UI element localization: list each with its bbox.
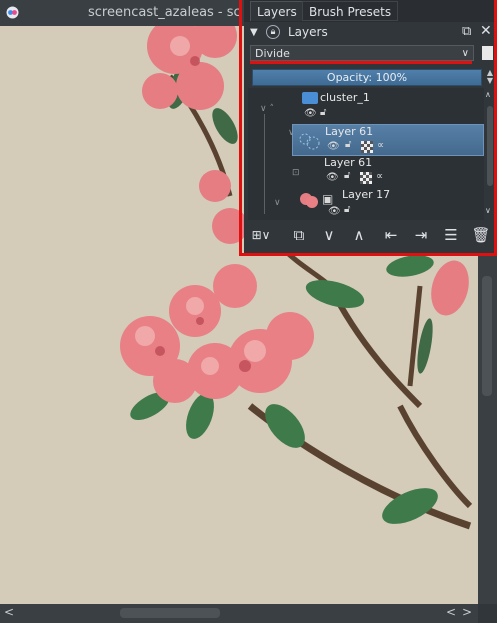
- tab-layers[interactable]: Layers: [250, 1, 304, 21]
- chevron-down-icon: ∨: [461, 48, 469, 59]
- horizontal-scroll-handle[interactable]: [120, 608, 220, 618]
- docker-title: Layers: [288, 25, 328, 39]
- inherit-alpha-icon[interactable]: ∝: [377, 140, 384, 151]
- alpha-lock-icon[interactable]: [361, 141, 373, 153]
- scroll-down-icon[interactable]: ∨: [485, 206, 491, 215]
- inherit-alpha-icon[interactable]: ∝: [376, 171, 383, 182]
- layer-row[interactable]: Layer 61 👁︎ 🔓︎ ∝: [292, 156, 484, 188]
- tree-line: [264, 114, 265, 214]
- move-into-previous-group-icon[interactable]: ⇤: [380, 224, 402, 246]
- layers-docker: Layers Brush Presets ▼ 🔒︎ Layers ⧉ ✕ Div…: [244, 0, 497, 254]
- blend-mode-value: Divide: [255, 47, 290, 60]
- scroll-left-icon[interactable]: <: [4, 605, 14, 619]
- tree-expander-icon[interactable]: ∨: [274, 198, 281, 208]
- eye-icon[interactable]: 👁︎: [327, 141, 340, 152]
- scroll-up-icon[interactable]: ∧: [485, 90, 491, 99]
- tab-brush-presets[interactable]: Brush Presets: [302, 1, 399, 21]
- document-titlebar: screencast_azaleas - sc: [0, 0, 250, 26]
- lock-icon[interactable]: 🔓︎: [344, 170, 350, 181]
- layer-badge-icon: ▣: [322, 192, 334, 206]
- docker-lock-icon[interactable]: 🔒︎: [266, 25, 280, 39]
- eye-icon[interactable]: 👁︎: [326, 172, 339, 183]
- layer-list-scrollbar[interactable]: ∧ ∨: [484, 88, 496, 220]
- lock-icon[interactable]: 🔓︎: [345, 139, 351, 150]
- duplicate-layer-icon[interactable]: ⧉: [288, 224, 310, 246]
- add-layer-icon[interactable]: ⊞∨: [250, 224, 272, 246]
- layer-properties-icon[interactable]: ☰: [440, 224, 462, 246]
- layer-scroll-handle[interactable]: [487, 106, 493, 186]
- blend-mode-select[interactable]: Divide ∨: [250, 45, 474, 61]
- layer-thumbnail: [299, 133, 320, 150]
- krita-logo-icon: [6, 6, 19, 19]
- delete-layer-icon[interactable]: 🗑︎: [470, 224, 492, 246]
- spin-down-icon[interactable]: ▼: [484, 77, 496, 85]
- eye-icon[interactable]: 👁︎: [304, 108, 317, 119]
- layer-name: cluster_1: [320, 91, 370, 104]
- canvas-horizontal-scrollbar[interactable]: < < >: [0, 604, 478, 623]
- layer-name: Layer 61: [325, 125, 374, 138]
- layer-toolbar: ⊞∨ ⧉ ∨ ∧ ⇤ ⇥ ☰ 🗑︎: [248, 222, 496, 248]
- scrollbar-corner: [478, 604, 497, 623]
- layer-thumbnail: [300, 193, 318, 208]
- opacity-slider[interactable]: Opacity: 100%: [252, 69, 482, 86]
- docker-header: ▼ 🔒︎ Layers ⧉ ✕: [244, 23, 497, 43]
- document-title: screencast_azaleas - sc: [88, 5, 241, 20]
- alpha-lock-icon[interactable]: [360, 172, 372, 184]
- scroll-right-icon[interactable]: >: [462, 605, 472, 619]
- layer-row[interactable]: ▣ Layer 17 👁︎ 🔓︎: [292, 188, 484, 220]
- eye-icon[interactable]: 👁︎: [328, 206, 341, 217]
- layer-properties-page-icon[interactable]: [482, 46, 493, 60]
- scroll-left-small-icon[interactable]: <: [446, 605, 456, 619]
- vertical-scroll-handle[interactable]: [482, 276, 492, 396]
- layer-list: ∨ ˄ ∨ ⊡ ∨ cluster_1 👁︎ 🔓︎ Layer 61 👁︎ 🔓︎…: [248, 88, 484, 220]
- docker-tabbar: Layers Brush Presets: [244, 0, 497, 22]
- layer-row[interactable]: cluster_1 👁︎ 🔓︎: [248, 88, 484, 124]
- lock-icon[interactable]: 🔓︎: [320, 107, 326, 118]
- layer-name: Layer 61: [324, 156, 373, 169]
- move-layer-down-icon[interactable]: ∨: [318, 224, 340, 246]
- collapse-arrow-icon[interactable]: ▼: [250, 27, 258, 38]
- highlight-underline: [250, 61, 472, 64]
- layer-row[interactable]: Layer 61 👁︎ 🔓︎ ∝: [292, 124, 484, 156]
- lock-icon[interactable]: 🔓︎: [344, 204, 350, 215]
- folder-icon: [302, 92, 318, 104]
- opacity-spinner[interactable]: ▲ ▼: [484, 69, 496, 86]
- move-into-next-group-icon[interactable]: ⇥: [410, 224, 432, 246]
- float-docker-icon[interactable]: ⧉: [462, 24, 471, 39]
- move-layer-up-icon[interactable]: ∧: [348, 224, 370, 246]
- layer-name: Layer 17: [342, 188, 391, 201]
- close-docker-icon[interactable]: ✕: [480, 23, 492, 39]
